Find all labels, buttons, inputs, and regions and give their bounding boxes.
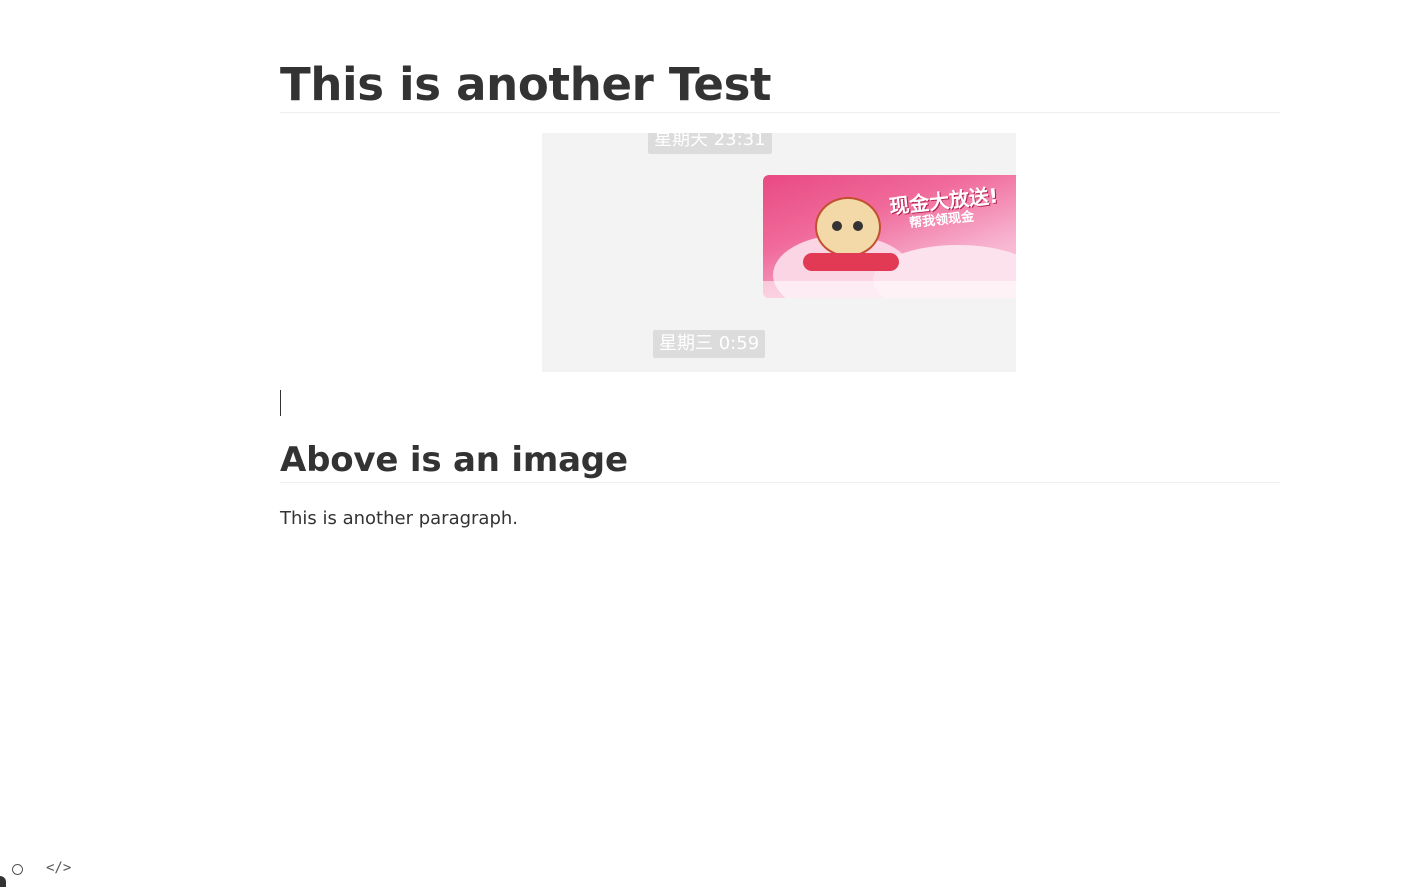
text-cursor [280,390,281,416]
status-bar: </> [0,857,120,885]
card-red-banner [803,253,899,271]
section-heading[interactable]: Above is an image [280,438,1280,483]
panda-eye [853,221,863,231]
image-timestamp-bottom: 星期三 0:59 [653,330,766,358]
image-promo-card: 现金大放送! 帮我领现金 [763,175,1016,298]
code-icon[interactable]: </> [46,860,71,876]
panda-mascot-icon [815,197,881,257]
image-timestamp-top: 星期天 23:31 [648,133,772,154]
paragraph[interactable]: This is another paragraph. [280,506,518,532]
circle-icon[interactable] [12,864,23,875]
embedded-image[interactable]: 星期天 23:31 现金大放送! 帮我领现金 星期三 0:59 [542,133,1016,372]
document-title[interactable]: This is another Test [280,58,1280,113]
card-footer [763,281,1016,298]
panda-eye [832,221,842,231]
